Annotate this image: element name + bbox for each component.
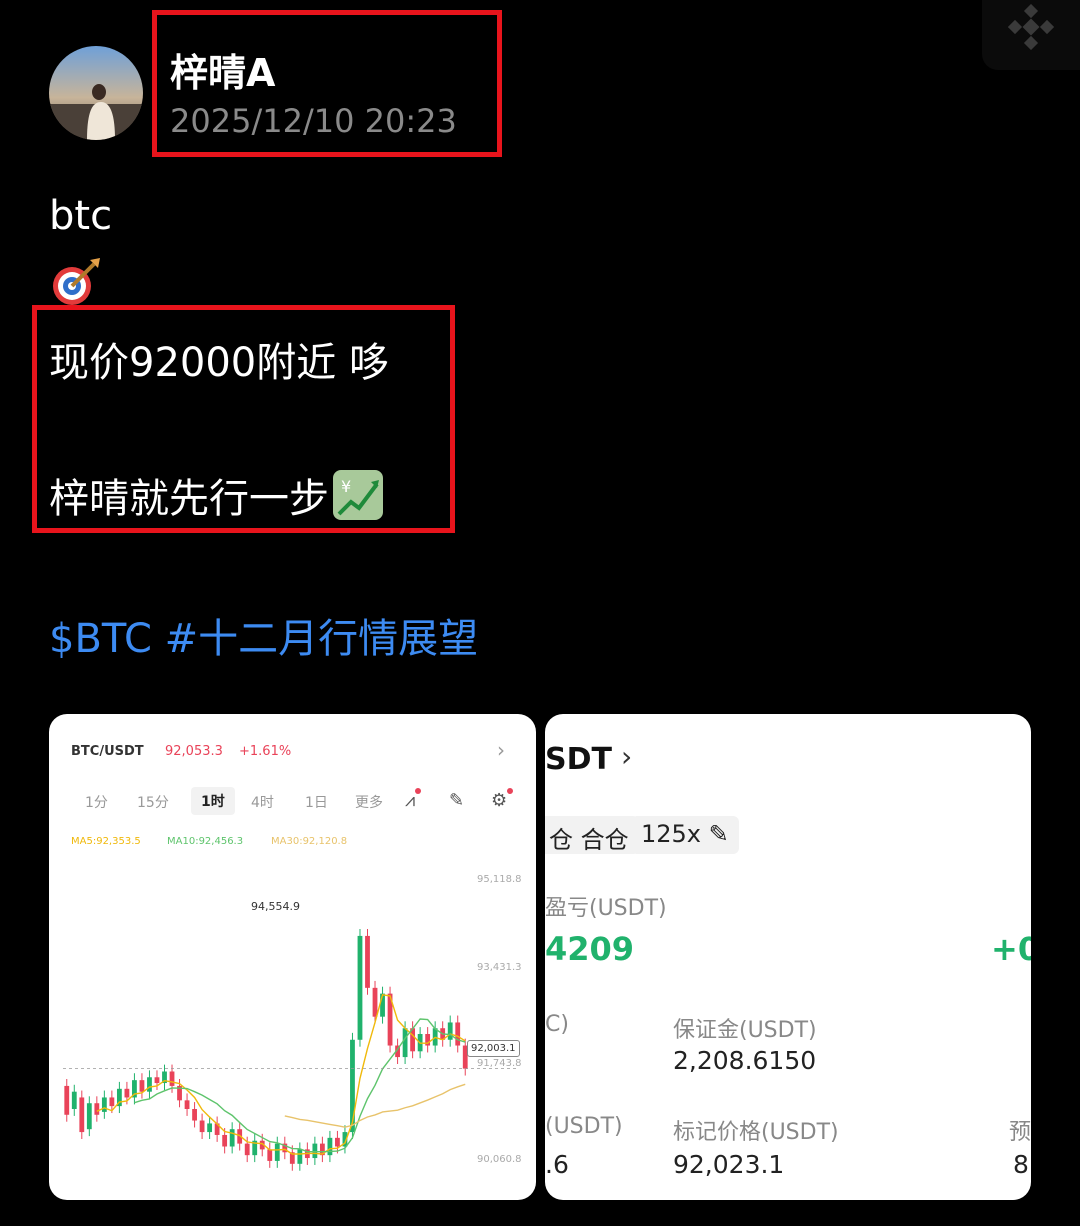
tag-symbol-link[interactable]: $BTC <box>49 616 152 662</box>
candle-body <box>199 1120 205 1133</box>
candle-body <box>244 1143 250 1156</box>
mark-price-value: 92,023.1 <box>673 1150 785 1179</box>
edit-pen-icon: ✎ <box>708 820 729 848</box>
candle-body <box>402 1028 408 1058</box>
candle-body <box>101 1097 107 1112</box>
binance-logo-icon <box>982 0 1080 70</box>
candle-body <box>154 1077 160 1084</box>
candle-body <box>267 1149 273 1161</box>
candle-body <box>335 1137 340 1147</box>
chevron-right-icon: › <box>621 740 633 773</box>
candle-body <box>79 1097 85 1133</box>
candle-body <box>94 1103 100 1115</box>
candle-body <box>124 1088 130 1098</box>
mark-price-label: 标记价格(USDT) <box>673 1120 839 1145</box>
candle-body <box>327 1137 333 1156</box>
candle-body <box>192 1109 197 1121</box>
entry-price-label: (USDT) <box>545 1114 623 1139</box>
size-label: C) <box>545 1012 569 1037</box>
ma5-line <box>96 993 466 1155</box>
y-tick-label: 90,060.8 <box>477 1154 522 1165</box>
leverage-chip: 125x ✎ <box>631 816 739 854</box>
y-tick-label: 95,118.8 <box>477 874 522 885</box>
candle-body <box>86 1103 92 1130</box>
candle-body <box>372 987 378 1017</box>
post-text-line: btc <box>49 193 113 239</box>
candle-body <box>147 1077 152 1092</box>
candle-body <box>139 1080 145 1092</box>
ma30-line <box>284 1083 466 1128</box>
liq-price-value: 8 <box>1013 1150 1029 1179</box>
position-title: SDT <box>545 742 612 777</box>
y-tick-label: 93,431.3 <box>477 962 522 973</box>
candle-body <box>222 1134 228 1147</box>
margin-mode-chip: 仓 合仓 <box>545 816 639 854</box>
leverage-value: 125x <box>641 820 702 848</box>
liq-price-label: 预 <box>1009 1120 1031 1145</box>
candle-body <box>274 1143 280 1161</box>
candle-body <box>297 1149 303 1164</box>
highlight-box-author <box>152 10 502 157</box>
candle-body <box>169 1071 175 1086</box>
margin-value: 2,208.6150 <box>673 1046 817 1075</box>
high-price-label: 94,554.9 <box>251 900 300 913</box>
candle-body <box>109 1097 115 1107</box>
candle-body <box>357 935 363 1040</box>
pnl-value: 4209 <box>545 930 635 968</box>
candle-body <box>455 1022 461 1046</box>
candle-body <box>64 1085 70 1115</box>
direct-hit-emoji <box>50 258 102 306</box>
candlestick-chart <box>63 929 519 1171</box>
candle-body <box>365 935 370 988</box>
post-tags: $BTC #十二月行情展望 <box>49 606 478 664</box>
candle-body <box>312 1143 318 1159</box>
candle-body <box>447 1022 453 1040</box>
candle-body <box>71 1091 77 1109</box>
avatar[interactable] <box>49 46 143 140</box>
entry-price-value: .6 <box>545 1150 569 1179</box>
candle-body <box>184 1100 190 1109</box>
position-image-card[interactable]: SDT › 仓 合仓 125x ✎ 盈亏(USDT) 4209 +0 C) 保证… <box>545 714 1031 1200</box>
candle-body <box>229 1129 235 1147</box>
chart-image-card[interactable]: BTC/USDT 92,053.3 +1.61% › 1分 15分 1时 4时 … <box>49 714 536 1200</box>
current-price-box: 92,003.1 <box>467 1040 520 1057</box>
highlight-box-text <box>32 305 455 533</box>
candle-body <box>207 1123 213 1133</box>
pnl-label: 盈亏(USDT) <box>545 896 667 921</box>
y-tick-label: 91,743.8 <box>477 1058 522 1069</box>
tag-topic-link[interactable]: #十二月行情展望 <box>165 616 479 662</box>
pnl-percent-value: +0 <box>991 930 1031 968</box>
margin-label: 保证金(USDT) <box>673 1018 817 1043</box>
